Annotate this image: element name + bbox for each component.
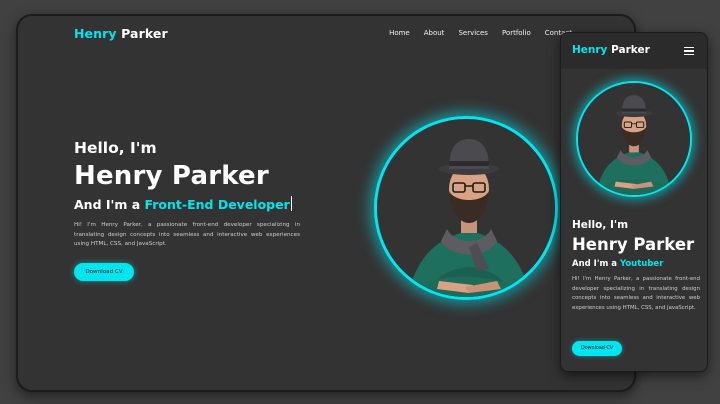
logo-first-name: Henry bbox=[74, 26, 117, 41]
desktop-hero-text: Hello, I'm Henry Parker And I'm a Front-… bbox=[74, 138, 314, 250]
mobile-hero-greeting: Hello, I'm bbox=[572, 219, 629, 231]
mobile-logo-first-name: Henry bbox=[572, 44, 608, 56]
mobile-logo[interactable]: Henry Parker bbox=[572, 44, 650, 56]
nav-item-home[interactable]: Home bbox=[389, 29, 410, 37]
mobile-navbar: Henry Parker bbox=[561, 33, 707, 69]
mobile-hero-text: Hello, I'm Henry Parker And I'm a Youtub… bbox=[572, 219, 700, 313]
hamburger-menu-icon[interactable] bbox=[684, 47, 694, 55]
desktop-nav-menu: Home About Services Portfolio Contact bbox=[389, 29, 572, 37]
logo-last-name: Parker bbox=[121, 26, 168, 41]
desktop-navbar: Henry Parker Home About Services Portfol… bbox=[18, 16, 634, 52]
hero-description: Hi! I'm Henry Parker, a passionate front… bbox=[74, 222, 300, 247]
nav-item-services[interactable]: Services bbox=[458, 29, 488, 37]
download-cv-button[interactable]: Download CV bbox=[74, 263, 134, 281]
hero-greeting: Hello, I'm bbox=[74, 139, 157, 157]
typing-caret bbox=[290, 196, 293, 211]
profile-portrait-image bbox=[377, 119, 555, 297]
mobile-logo-last-name: Parker bbox=[611, 44, 650, 56]
mobile-mockup: Henry Parker Hello, I'm Henry Parker And… bbox=[560, 32, 708, 372]
mobile-profile-photo bbox=[576, 81, 692, 197]
mobile-hero-name: Henry Parker bbox=[572, 235, 695, 254]
hero-role-prefix: And I'm a bbox=[74, 197, 141, 212]
hero-name: Henry Parker bbox=[74, 161, 269, 191]
mobile-download-cv-button[interactable]: Download CV bbox=[572, 341, 622, 356]
profile-photo bbox=[374, 116, 558, 300]
desktop-mockup: Henry Parker Home About Services Portfol… bbox=[16, 14, 636, 392]
hero-role-line: And I'm a Front-End Developer bbox=[74, 196, 314, 212]
hero-role: Front-End Developer bbox=[144, 197, 290, 212]
desktop-logo[interactable]: Henry Parker bbox=[74, 26, 168, 41]
mobile-hero-description: Hi! I'm Henry Parker, a passionate front… bbox=[572, 276, 700, 311]
nav-item-about[interactable]: About bbox=[424, 29, 445, 37]
mobile-portrait-image bbox=[578, 83, 690, 195]
mobile-hero-role: Youtuber bbox=[619, 259, 664, 269]
nav-item-portfolio[interactable]: Portfolio bbox=[502, 29, 531, 37]
mobile-hero-role-line: And I'm a Youtuber bbox=[572, 259, 700, 269]
mobile-hero-role-prefix: And I'm a bbox=[572, 259, 617, 269]
